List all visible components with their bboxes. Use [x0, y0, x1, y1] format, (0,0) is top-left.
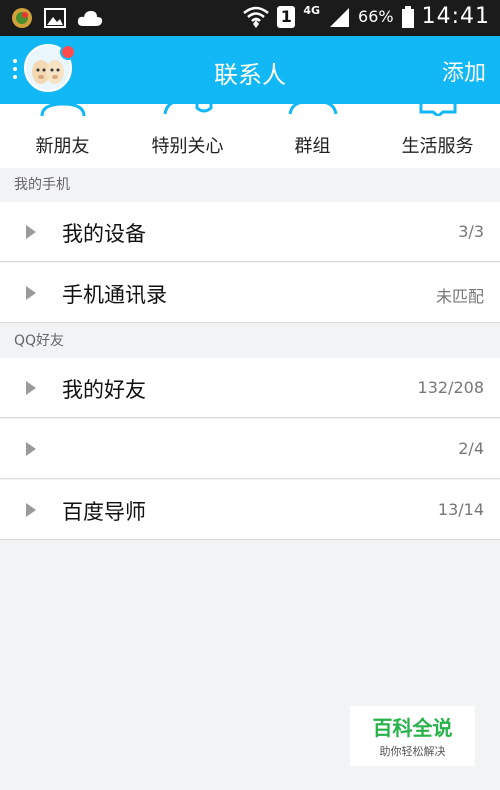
- quick-item-special-care[interactable]: 特别关心: [125, 104, 250, 168]
- expand-arrow-icon: [26, 225, 36, 239]
- quick-item-group[interactable]: 群组: [250, 104, 375, 168]
- expand-arrow-icon: [26, 503, 36, 517]
- new-friend-icon: [40, 104, 86, 116]
- list-item-baidu-mentor[interactable]: 百度导师 13/14: [0, 480, 500, 540]
- quick-item-label: 新朋友: [35, 136, 90, 157]
- special-care-icon: [163, 104, 213, 115]
- watermark-title: 百科全说: [372, 716, 453, 740]
- list-item-my-friends[interactable]: 我的好友 132/208: [0, 358, 500, 418]
- list-item-count: 3/3: [458, 222, 484, 241]
- list-item-label: 手机通讯录: [62, 283, 167, 307]
- group-icon: [288, 104, 338, 115]
- cloud-icon: [77, 11, 103, 26]
- add-button[interactable]: 添加: [442, 55, 486, 87]
- battery-percent: 66%: [358, 7, 394, 26]
- list-item-count: 13/14: [437, 500, 484, 519]
- battery-icon: [401, 5, 414, 28]
- life-service-icon: [419, 104, 457, 116]
- quick-item-new-friend[interactable]: 新朋友: [0, 104, 125, 168]
- app-notification-icon: [12, 8, 32, 28]
- app-header: 联系人 添加: [0, 36, 500, 104]
- image-icon: [44, 8, 66, 28]
- section-header-my-phone: 我的手机: [0, 168, 500, 202]
- list-item-label: 我的设备: [62, 222, 146, 246]
- expand-arrow-icon: [26, 442, 36, 456]
- expand-arrow-icon: [26, 286, 36, 300]
- list-item-label: 我的好友: [62, 378, 146, 402]
- signal-icon: [330, 7, 350, 27]
- network-type: 4G: [303, 4, 321, 17]
- list-item-my-devices[interactable]: 我的设备 3/3: [0, 202, 500, 262]
- quick-item-label: 群组: [294, 136, 331, 157]
- list-item-label: 百度导师: [62, 500, 146, 524]
- watermark-logo: 百科全说 助你轻松解决: [350, 706, 475, 766]
- sim-badge: 1: [277, 5, 296, 28]
- list-item-count: 未匹配: [435, 287, 484, 306]
- list-item-phone-contacts[interactable]: 手机通讯录 未匹配: [0, 263, 500, 323]
- status-bar: 1 4G 66% 14:41: [0, 0, 500, 36]
- list-item-unnamed-group[interactable]: 2/4: [0, 419, 500, 479]
- quick-item-label: 生活服务: [401, 136, 474, 157]
- list-item-count: 132/208: [417, 378, 484, 397]
- wifi-icon: [243, 6, 270, 28]
- clock: 14:41: [421, 4, 490, 29]
- list-item-count: 2/4: [458, 439, 484, 458]
- quick-entries: 新朋友 特别关心 群组 生活服务: [0, 104, 500, 168]
- quick-item-label: 特别关心: [151, 136, 224, 157]
- expand-arrow-icon: [26, 381, 36, 395]
- page-title: 联系人: [214, 61, 286, 89]
- section-header-qq-friends: QQ好友: [0, 324, 500, 358]
- watermark-subtitle: 助你轻松解决: [379, 745, 446, 758]
- status-left-icons: [10, 6, 104, 30]
- quick-item-life-service[interactable]: 生活服务: [375, 104, 500, 168]
- status-right-icons: 1 4G 66% 14:41: [243, 4, 490, 29]
